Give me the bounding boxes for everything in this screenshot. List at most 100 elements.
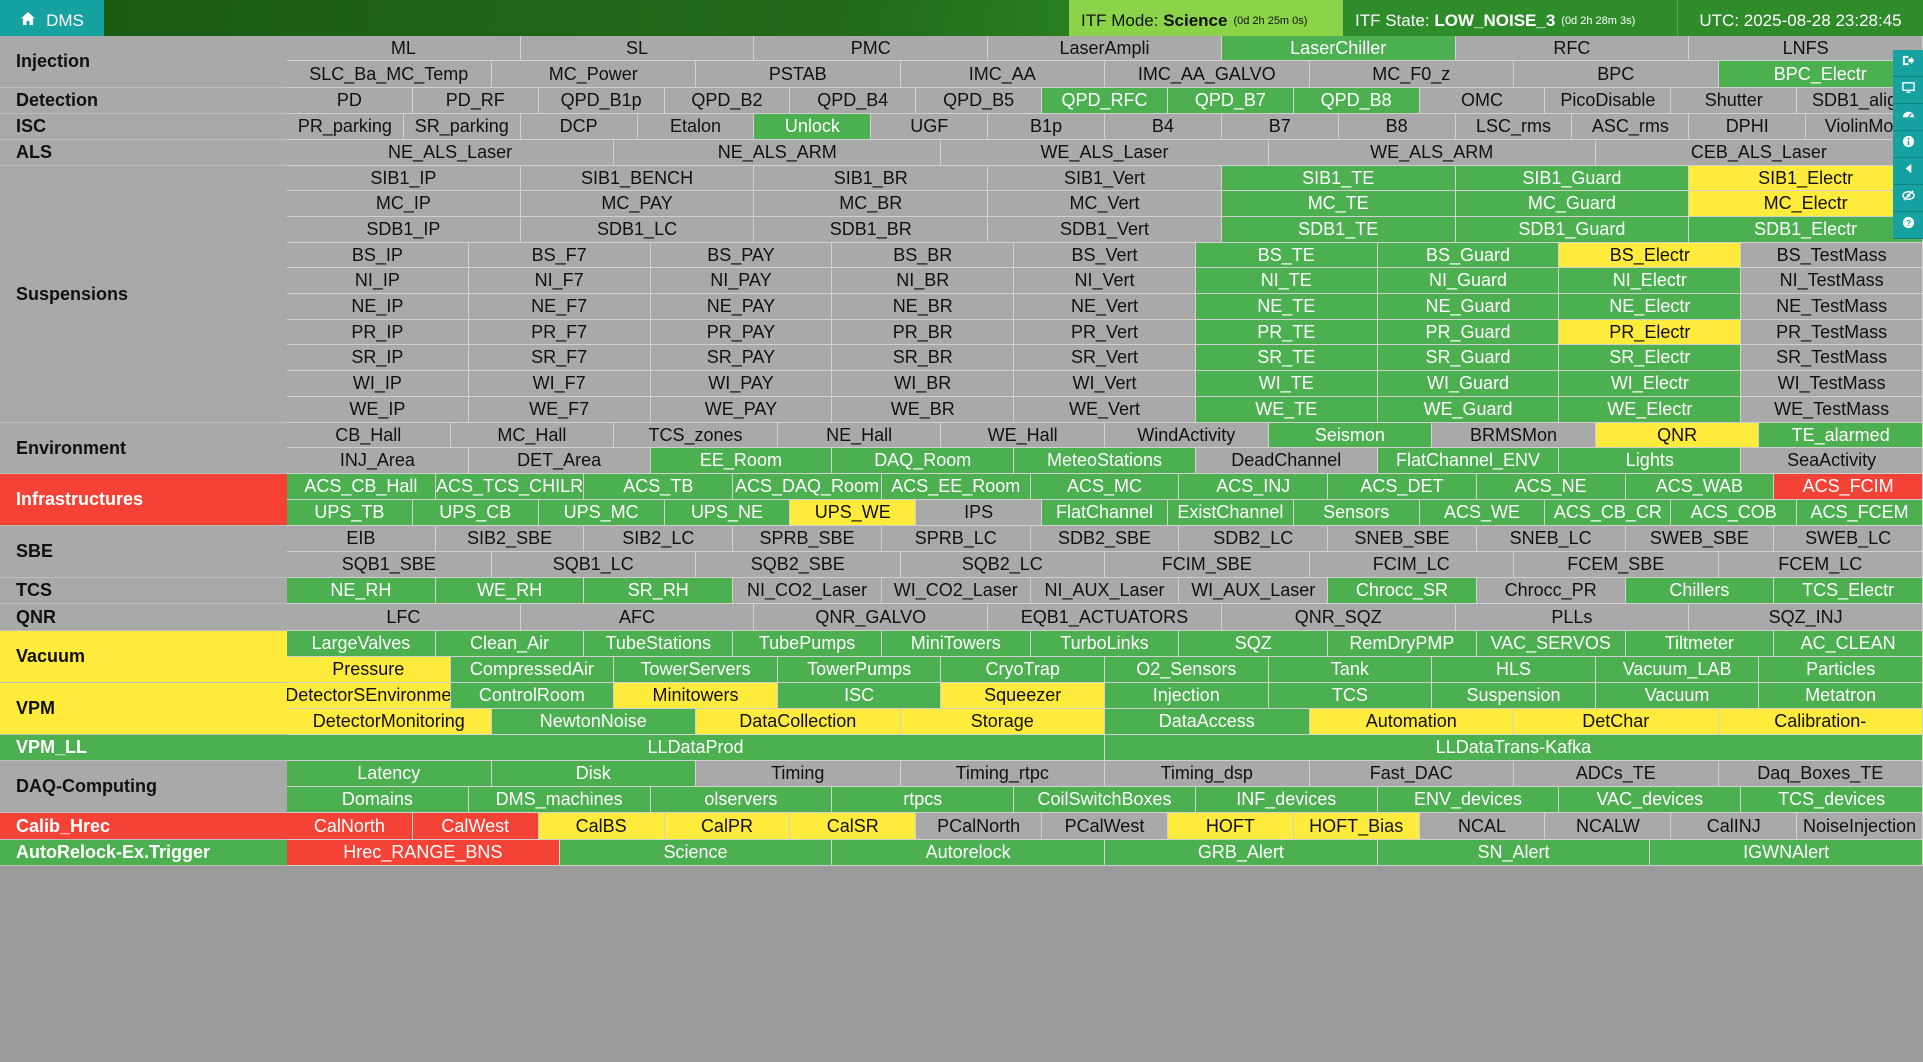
status-cell-ncal[interactable]: NCAL [1419,813,1546,840]
status-cell-pmc[interactable]: PMC [754,36,989,61]
status-cell-ne-testmass[interactable]: NE_TestMass [1741,294,1923,320]
status-cell-acs-ee-room[interactable]: ACS_EE_Room [881,474,1031,500]
status-cell-sib2-sbe[interactable]: SIB2_SBE [435,526,585,552]
status-cell-wi-br[interactable]: WI_BR [832,371,1015,397]
status-cell-laserampli[interactable]: LaserAmpli [988,36,1222,61]
status-cell-bs-br[interactable]: BS_BR [832,243,1015,268]
status-cell-sr-rh[interactable]: SR_RH [584,578,734,604]
status-cell-automation[interactable]: Automation [1309,709,1514,735]
status-cell-sdb1-te[interactable]: SDB1_TE [1221,217,1456,243]
status-cell-qpd-b8[interactable]: QPD_B8 [1293,88,1420,114]
status-cell-brmsmon[interactable]: BRMSMon [1432,423,1596,448]
status-cell-sneb-sbe[interactable]: SNEB_SBE [1328,526,1477,552]
status-cell-acs-fcim[interactable]: ACS_FCIM [1774,474,1923,500]
status-cell-sqz[interactable]: SQZ [1179,631,1329,657]
status-cell-acs-tcs-chilr[interactable]: ACS_TCS_CHILR [435,474,585,500]
status-cell-wi-electr[interactable]: WI_Electr [1559,371,1742,397]
status-cell-picodisable[interactable]: PicoDisable [1545,88,1672,114]
status-cell-towerservers[interactable]: TowerServers [614,657,778,683]
status-cell-bs-guard[interactable]: BS_Guard [1377,243,1560,268]
status-cell-sdb1-lc[interactable]: SDB1_LC [520,217,755,243]
status-cell-acs-cb-cr[interactable]: ACS_CB_CR [1545,500,1672,526]
status-cell-qnr-galvo[interactable]: QNR_GALVO [754,604,989,631]
status-cell-sr-br[interactable]: SR_BR [832,345,1015,371]
status-cell-windactivity[interactable]: WindActivity [1105,423,1269,448]
status-cell-ee-room[interactable]: EE_Room [650,448,833,474]
status-cell-lights[interactable]: Lights [1559,448,1742,474]
status-cell-isc[interactable]: ISC [777,683,942,709]
status-cell-detectormonitoring[interactable]: DetectorMonitoring [287,709,492,735]
status-cell-daq-boxes-te[interactable]: Daq_Boxes_TE [1718,761,1923,787]
status-cell-dcp[interactable]: DCP [520,114,638,140]
status-cell-flatchannel[interactable]: FlatChannel [1042,500,1168,526]
status-cell-we-testmass[interactable]: WE_TestMass [1741,397,1923,423]
status-cell-mc-br[interactable]: MC_BR [754,191,989,217]
status-cell-calsr[interactable]: CalSR [790,813,917,840]
status-cell-latency[interactable]: Latency [287,761,492,787]
status-cell-fcem-sbe[interactable]: FCEM_SBE [1514,552,1719,578]
status-cell-datacollection[interactable]: DataCollection [696,709,901,735]
status-cell-turbolinks[interactable]: TurboLinks [1030,631,1180,657]
status-cell-acs-daq-room[interactable]: ACS_DAQ_Room [733,474,882,500]
status-cell-sib1-bench[interactable]: SIB1_BENCH [520,166,755,191]
status-cell-pressure[interactable]: Pressure [287,657,451,683]
status-cell-we-te[interactable]: WE_TE [1195,397,1378,423]
status-cell-ips[interactable]: IPS [916,500,1043,526]
status-cell-sr-vert[interactable]: SR_Vert [1014,345,1196,371]
status-cell-chrocc-pr[interactable]: Chrocc_PR [1476,578,1626,604]
status-cell-mc-pay[interactable]: MC_PAY [520,191,755,217]
status-cell-b1p[interactable]: B1p [988,114,1105,140]
status-cell-sqb1-lc[interactable]: SQB1_LC [491,552,696,578]
status-cell-injection[interactable]: Injection [1105,683,1269,709]
status-cell-vacuum[interactable]: Vacuum [1595,683,1760,709]
status-cell-unlock[interactable]: Unlock [754,114,872,140]
status-cell-cb-hall[interactable]: CB_Hall [287,423,451,448]
status-cell-rtpcs[interactable]: rtpcs [832,787,1015,813]
status-cell-env-devices[interactable]: ENV_devices [1377,787,1560,813]
status-cell-sdb2-sbe[interactable]: SDB2_SBE [1030,526,1180,552]
monitor-button[interactable] [1893,77,1923,104]
status-cell-lldatatrans-kafka[interactable]: LLDataTrans-Kafka [1105,735,1923,761]
status-cell-remdrypmp[interactable]: RemDryPMP [1328,631,1477,657]
status-cell-seaactivity[interactable]: SeaActivity [1741,448,1923,474]
status-cell-bs-pay[interactable]: BS_PAY [650,243,833,268]
status-cell-acs-cob[interactable]: ACS_COB [1671,500,1798,526]
status-cell-bs-f7[interactable]: BS_F7 [468,243,651,268]
status-cell-qpd-b2[interactable]: QPD_B2 [664,88,791,114]
status-cell-sdb1-ip[interactable]: SDB1_IP [287,217,521,243]
status-cell-we-electr[interactable]: WE_Electr [1559,397,1742,423]
status-cell-sn-alert[interactable]: SN_Alert [1377,840,1651,866]
status-cell-timing-dsp[interactable]: Timing_dsp [1105,761,1310,787]
status-cell-sqz-inj[interactable]: SQZ_INJ [1689,604,1923,631]
status-cell-pr-f7[interactable]: PR_F7 [468,320,651,345]
status-cell-mc-vert[interactable]: MC_Vert [988,191,1222,217]
status-cell-qpd-b5[interactable]: QPD_B5 [916,88,1043,114]
status-cell-sdb1-electr[interactable]: SDB1_Electr [1689,217,1923,243]
status-cell-lfc[interactable]: LFC [287,604,521,631]
status-cell-bs-electr[interactable]: BS_Electr [1559,243,1742,268]
status-cell-science[interactable]: Science [559,840,833,866]
status-cell-compressedair[interactable]: CompressedAir [450,657,615,683]
status-cell-wi-pay[interactable]: WI_PAY [650,371,833,397]
status-cell-towerpumps[interactable]: TowerPumps [777,657,942,683]
status-cell-squeezer[interactable]: Squeezer [941,683,1105,709]
status-cell-ne-als-arm[interactable]: NE_ALS_ARM [614,140,942,166]
status-cell-tubestations[interactable]: TubeStations [584,631,734,657]
status-cell-ne-electr[interactable]: NE_Electr [1559,294,1742,320]
status-cell-wi-testmass[interactable]: WI_TestMass [1741,371,1923,397]
status-cell-calpr[interactable]: CalPR [664,813,791,840]
status-cell-calnorth[interactable]: CalNorth [287,813,413,840]
status-cell-we-als-arm[interactable]: WE_ALS_ARM [1268,140,1596,166]
status-cell-disk[interactable]: Disk [491,761,696,787]
status-cell-dataaccess[interactable]: DataAccess [1105,709,1310,735]
status-cell-acs-ne[interactable]: ACS_NE [1476,474,1626,500]
status-cell-mc-f0-z[interactable]: MC_F0_z [1309,61,1514,88]
status-cell-ugf[interactable]: UGF [871,114,989,140]
status-cell-acs-fcem[interactable]: ACS_FCEM [1797,500,1923,526]
status-cell-fcim-lc[interactable]: FCIM_LC [1309,552,1514,578]
status-cell-metatron[interactable]: Metatron [1759,683,1923,709]
status-cell-sl[interactable]: SL [520,36,755,61]
status-cell-inj-area[interactable]: INJ_Area [287,448,469,474]
info-button[interactable] [1893,131,1923,158]
status-cell-bs-testmass[interactable]: BS_TestMass [1741,243,1923,268]
